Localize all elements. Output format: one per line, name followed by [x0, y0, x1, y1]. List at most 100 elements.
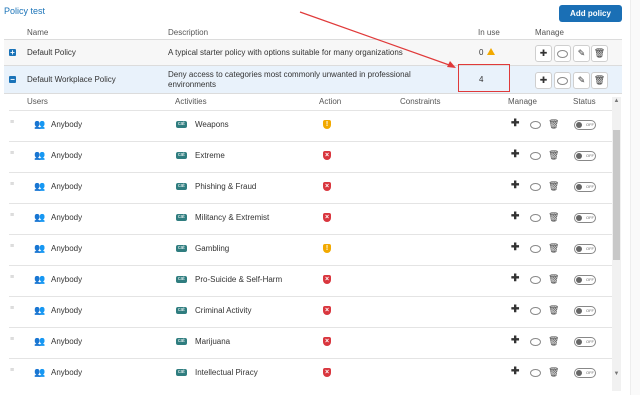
- plus-icon[interactable]: ✚: [511, 149, 519, 160]
- edit-button[interactable]: ✎: [573, 72, 590, 89]
- add-policy-button[interactable]: Add policy: [559, 5, 622, 22]
- rule-row[interactable]: [9, 327, 612, 358]
- drag-handle-icon[interactable]: ≡: [10, 367, 16, 375]
- add-rule-button[interactable]: ✚: [535, 72, 552, 89]
- status-toggle[interactable]: OFF: [574, 213, 596, 223]
- pencil-icon: ✎: [577, 48, 586, 58]
- scrollbar-thumb[interactable]: [613, 130, 620, 260]
- rule-activity: Pro-Suicide & Self-Harm: [195, 275, 283, 284]
- trash-icon[interactable]: 🗑: [548, 274, 559, 285]
- eye-icon[interactable]: [530, 214, 541, 222]
- category-badge: cat: [176, 152, 187, 159]
- rule-row[interactable]: [9, 110, 612, 141]
- page-scrollbar[interactable]: [630, 0, 640, 395]
- collapse-icon[interactable]: −: [9, 76, 16, 84]
- plus-icon[interactable]: ✚: [511, 366, 519, 377]
- subheader-constraints: Constraints: [400, 97, 441, 106]
- trash-icon: 🗑: [593, 75, 606, 85]
- plus-icon[interactable]: ✚: [511, 273, 519, 284]
- rule-user: Anybody: [51, 306, 83, 315]
- delete-button[interactable]: 🗑: [591, 45, 608, 62]
- rule-user: Anybody: [51, 275, 83, 284]
- trash-icon[interactable]: 🗑: [548, 367, 559, 378]
- eye-icon[interactable]: [530, 152, 541, 160]
- status-toggle[interactable]: OFF: [574, 244, 596, 254]
- drag-handle-icon[interactable]: ≡: [10, 274, 16, 282]
- status-toggle[interactable]: OFF: [574, 182, 596, 192]
- eye-icon: [557, 49, 568, 58]
- status-toggle[interactable]: OFF: [574, 275, 596, 285]
- scroll-up-arrow[interactable]: ▲: [612, 97, 621, 106]
- drag-handle-icon[interactable]: ≡: [10, 336, 16, 344]
- plus-icon[interactable]: ✚: [511, 118, 519, 129]
- plus-icon[interactable]: ✚: [511, 211, 519, 222]
- policy-name: Default Workplace Policy: [27, 75, 116, 84]
- category-badge: cat: [176, 338, 187, 345]
- trash-icon[interactable]: 🗑: [548, 243, 559, 254]
- plus-icon[interactable]: ✚: [511, 180, 519, 191]
- warning-icon: [487, 48, 495, 55]
- plus-icon[interactable]: ✚: [511, 304, 519, 315]
- category-badge: cat: [176, 276, 187, 283]
- add-rule-button[interactable]: ✚: [535, 45, 552, 62]
- view-button[interactable]: [554, 45, 571, 62]
- eye-icon[interactable]: [530, 121, 541, 129]
- rule-row[interactable]: [9, 234, 612, 265]
- rule-user: Anybody: [51, 337, 83, 346]
- status-toggle[interactable]: OFF: [574, 368, 596, 378]
- scroll-down-arrow[interactable]: ▼: [612, 370, 621, 379]
- rule-row[interactable]: [9, 172, 612, 203]
- category-badge: cat: [176, 307, 187, 314]
- rule-row[interactable]: [9, 141, 612, 172]
- eye-icon[interactable]: [530, 307, 541, 315]
- expand-icon[interactable]: +: [9, 49, 16, 57]
- eye-icon[interactable]: [530, 369, 541, 377]
- eye-icon[interactable]: [530, 338, 541, 346]
- eye-icon[interactable]: [530, 245, 541, 253]
- delete-button[interactable]: 🗑: [591, 72, 608, 89]
- users-icon: 👥: [34, 212, 46, 222]
- rule-activity: Militancy & Extremist: [195, 213, 270, 222]
- trash-icon[interactable]: 🗑: [548, 305, 559, 316]
- status-toggle[interactable]: OFF: [574, 120, 596, 130]
- category-badge: cat: [176, 369, 187, 376]
- toggle-knob: [576, 246, 582, 252]
- rule-user: Anybody: [51, 120, 83, 129]
- trash-icon[interactable]: 🗑: [548, 119, 559, 130]
- users-icon: 👥: [34, 305, 46, 315]
- trash-icon[interactable]: 🗑: [548, 212, 559, 223]
- breadcrumb[interactable]: Policy test: [4, 6, 45, 16]
- trash-icon[interactable]: 🗑: [548, 181, 559, 192]
- plus-icon[interactable]: ✚: [511, 335, 519, 346]
- plus-icon[interactable]: ✚: [511, 242, 519, 253]
- drag-handle-icon[interactable]: ≡: [10, 119, 16, 127]
- rule-user: Anybody: [51, 368, 83, 377]
- trash-icon[interactable]: 🗑: [548, 150, 559, 161]
- rule-row[interactable]: [9, 358, 612, 389]
- plus-icon: ✚: [539, 75, 548, 85]
- drag-handle-icon[interactable]: ≡: [10, 150, 16, 158]
- rule-activity: Criminal Activity: [195, 306, 252, 315]
- rule-row[interactable]: [9, 203, 612, 234]
- rule-row[interactable]: [9, 296, 612, 327]
- users-icon: 👥: [34, 181, 46, 191]
- rule-activity: Weapons: [195, 120, 229, 129]
- users-icon: 👥: [34, 119, 46, 129]
- eye-icon[interactable]: [530, 276, 541, 284]
- policy-description: Deny access to categories most commonly …: [168, 70, 411, 79]
- status-toggle[interactable]: OFF: [574, 306, 596, 316]
- drag-handle-icon[interactable]: ≡: [10, 181, 16, 189]
- status-toggle[interactable]: OFF: [574, 337, 596, 347]
- eye-icon[interactable]: [530, 183, 541, 191]
- drag-handle-icon[interactable]: ≡: [10, 212, 16, 220]
- view-button[interactable]: [554, 72, 571, 89]
- category-badge: cat: [176, 121, 187, 128]
- edit-button[interactable]: ✎: [573, 45, 590, 62]
- drag-handle-icon[interactable]: ≡: [10, 243, 16, 251]
- status-toggle[interactable]: OFF: [574, 151, 596, 161]
- rule-activity: Gambling: [195, 244, 230, 253]
- rule-row[interactable]: [9, 265, 612, 296]
- drag-handle-icon[interactable]: ≡: [10, 305, 16, 313]
- trash-icon[interactable]: 🗑: [548, 336, 559, 347]
- toggle-label: OFF: [586, 370, 594, 375]
